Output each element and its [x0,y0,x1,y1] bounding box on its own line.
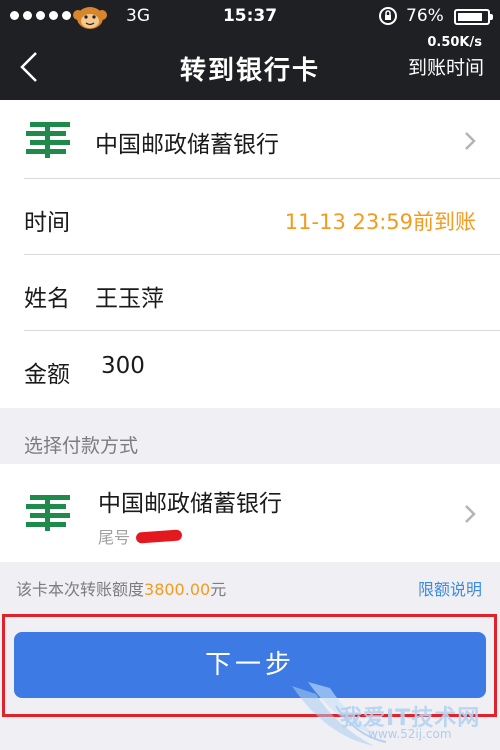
transfer-limit-text: 该卡本次转账额度3800.00元 [16,576,226,600]
limit-amount: 3800.00 [144,580,211,599]
battery-percent: 76% [406,6,444,26]
bank-name[interactable]: 中国邮政储蓄银行 [95,125,279,159]
amount-label: 金额 [24,362,70,388]
card-tail-label: 尾号 [98,528,131,547]
top-bar: 3G 15:37 76% 转到银行卡 0.50K/s 到账时间 [0,0,500,100]
payment-bank-name: 中国邮政储蓄银行 [98,491,282,517]
payment-section-title: 选择付款方式 [24,435,139,457]
limit-info-link[interactable]: 限额说明 [418,576,482,600]
status-bar: 3G 15:37 76% [0,0,500,33]
chevron-right-icon[interactable] [464,131,476,151]
arrival-deadline: 11-13 23:59前到账 [284,210,476,234]
time-label: 时间 [24,210,70,236]
name-label: 姓名 [24,286,70,312]
amount-value[interactable]: 300 [101,353,145,379]
limit-prefix: 该卡本次转账额度 [16,580,145,599]
arrival-time-button[interactable]: 到账时间 [408,53,484,80]
recipient-name: 王玉萍 [95,286,164,312]
postal-bank-logo [26,122,70,158]
rotation-lock-icon [379,7,397,25]
postal-bank-logo [26,495,70,531]
watermark-url: www.52ij.com [368,727,452,741]
network-speed: 0.50K/s [427,35,482,50]
limit-suffix: 元 [210,580,227,599]
navigation-bar: 转到银行卡 0.50K/s 到账时间 [0,33,500,100]
battery-icon [454,9,493,25]
chevron-right-icon[interactable] [464,504,476,524]
